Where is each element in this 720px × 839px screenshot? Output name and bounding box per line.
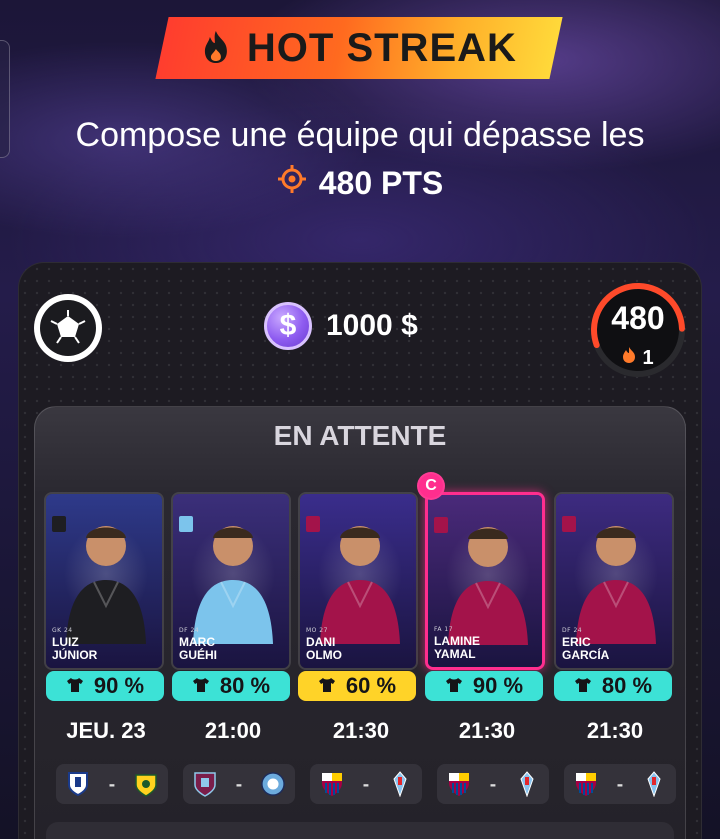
burnley-crest — [193, 770, 217, 798]
percent-value: 60 % — [345, 673, 397, 698]
flame-icon — [201, 28, 231, 68]
match-fixture[interactable]: - — [564, 764, 676, 804]
streak-value: 1 — [642, 346, 654, 369]
club-badge — [179, 516, 193, 532]
player-position: DF 24 — [562, 627, 583, 634]
streak-count: 1 — [588, 346, 688, 370]
ownership-percent: 80 % — [554, 671, 672, 701]
celta-crest — [642, 770, 666, 798]
man-city-crest — [261, 770, 285, 798]
target-points-label: 480 PTS — [318, 164, 444, 201]
player-position: GK 24 — [52, 627, 73, 634]
ownership-percent: 80 % — [172, 671, 290, 701]
bottom-panel — [46, 822, 674, 839]
oviedo-crest — [66, 770, 90, 798]
score-value: 480 — [611, 300, 665, 336]
challenge-text: Compose une équipe qui dépasse les — [75, 116, 645, 154]
flame-icon — [622, 346, 636, 370]
player-name: LAMINE YAMAL — [434, 634, 480, 661]
football-icon — [40, 300, 96, 356]
barcelona-crest — [320, 770, 344, 798]
club-badge — [306, 516, 320, 532]
player-card[interactable]: DF 24 MARC GUÉHI — [171, 492, 291, 670]
ownership-percent: 90 % — [425, 671, 543, 701]
shirt-icon — [445, 673, 463, 699]
percent-value: 90 % — [472, 673, 524, 698]
player-card[interactable]: DF 24 ERIC GARCÍA — [554, 492, 674, 670]
ownership-percent: 90 % — [46, 671, 164, 701]
match-time: 21:00 — [204, 718, 262, 743]
player-position: DF 24 — [179, 627, 200, 634]
target-points: 480 PTS — [0, 164, 720, 202]
match-fixture[interactable]: - — [56, 764, 168, 804]
shirt-icon — [318, 673, 336, 699]
barcelona-crest — [574, 770, 598, 798]
match-time: 21:30 — [586, 718, 644, 743]
fixture-separator: - — [108, 774, 116, 794]
fixture-separator: - — [616, 774, 624, 794]
football-button[interactable] — [34, 294, 102, 362]
match-fixture[interactable]: - — [437, 764, 549, 804]
match-time: 21:30 — [458, 718, 516, 743]
captain-badge: C — [417, 472, 445, 500]
club-badge — [434, 517, 448, 533]
match-time: 21:30 — [332, 718, 390, 743]
villarreal-crest — [134, 770, 158, 798]
club-badge — [562, 516, 576, 532]
match-fixture[interactable]: - — [310, 764, 422, 804]
celta-crest — [515, 770, 539, 798]
shirt-icon — [66, 673, 84, 699]
player-position: FA 17 — [434, 626, 454, 633]
player-name: LUIZ JÚNIOR — [52, 635, 98, 662]
player-name: MARC GUÉHI — [179, 635, 218, 662]
ownership-percent: 60 % — [298, 671, 416, 701]
shirt-icon — [192, 673, 210, 699]
coin-icon: $ — [264, 302, 312, 350]
barcelona-crest — [447, 770, 471, 798]
shirt-icon — [574, 673, 592, 699]
player-name: DANI OLMO — [306, 635, 342, 662]
banner-title: HOT STREAK — [247, 25, 517, 70]
budget-amount: 1000 $ — [326, 309, 418, 342]
hot-streak-banner: HOT STREAK — [155, 17, 563, 79]
player-name: ERIC GARCÍA — [562, 635, 610, 662]
percent-value: 80 % — [601, 673, 653, 698]
club-badge — [52, 516, 66, 532]
pending-title: EN ATTENTE — [273, 420, 447, 451]
budget-display: $ 1000 $ — [264, 302, 418, 350]
player-card[interactable]: FA 17 LAMINE YAMAL — [425, 492, 545, 670]
percent-value: 80 % — [219, 673, 271, 698]
player-card[interactable]: GK 24 LUIZ JÚNIOR — [44, 492, 164, 670]
fixture-separator: - — [235, 774, 243, 794]
fixture-separator: - — [362, 774, 370, 794]
fixture-separator: - — [489, 774, 497, 794]
percent-value: 90 % — [93, 673, 145, 698]
player-position: MO 27 — [306, 627, 328, 634]
target-icon — [277, 164, 307, 202]
player-card[interactable]: MO 27 DANI OLMO — [298, 492, 418, 670]
match-fixture[interactable]: - — [183, 764, 295, 804]
celta-crest — [388, 770, 412, 798]
match-time: JEU. 23 — [66, 718, 146, 743]
